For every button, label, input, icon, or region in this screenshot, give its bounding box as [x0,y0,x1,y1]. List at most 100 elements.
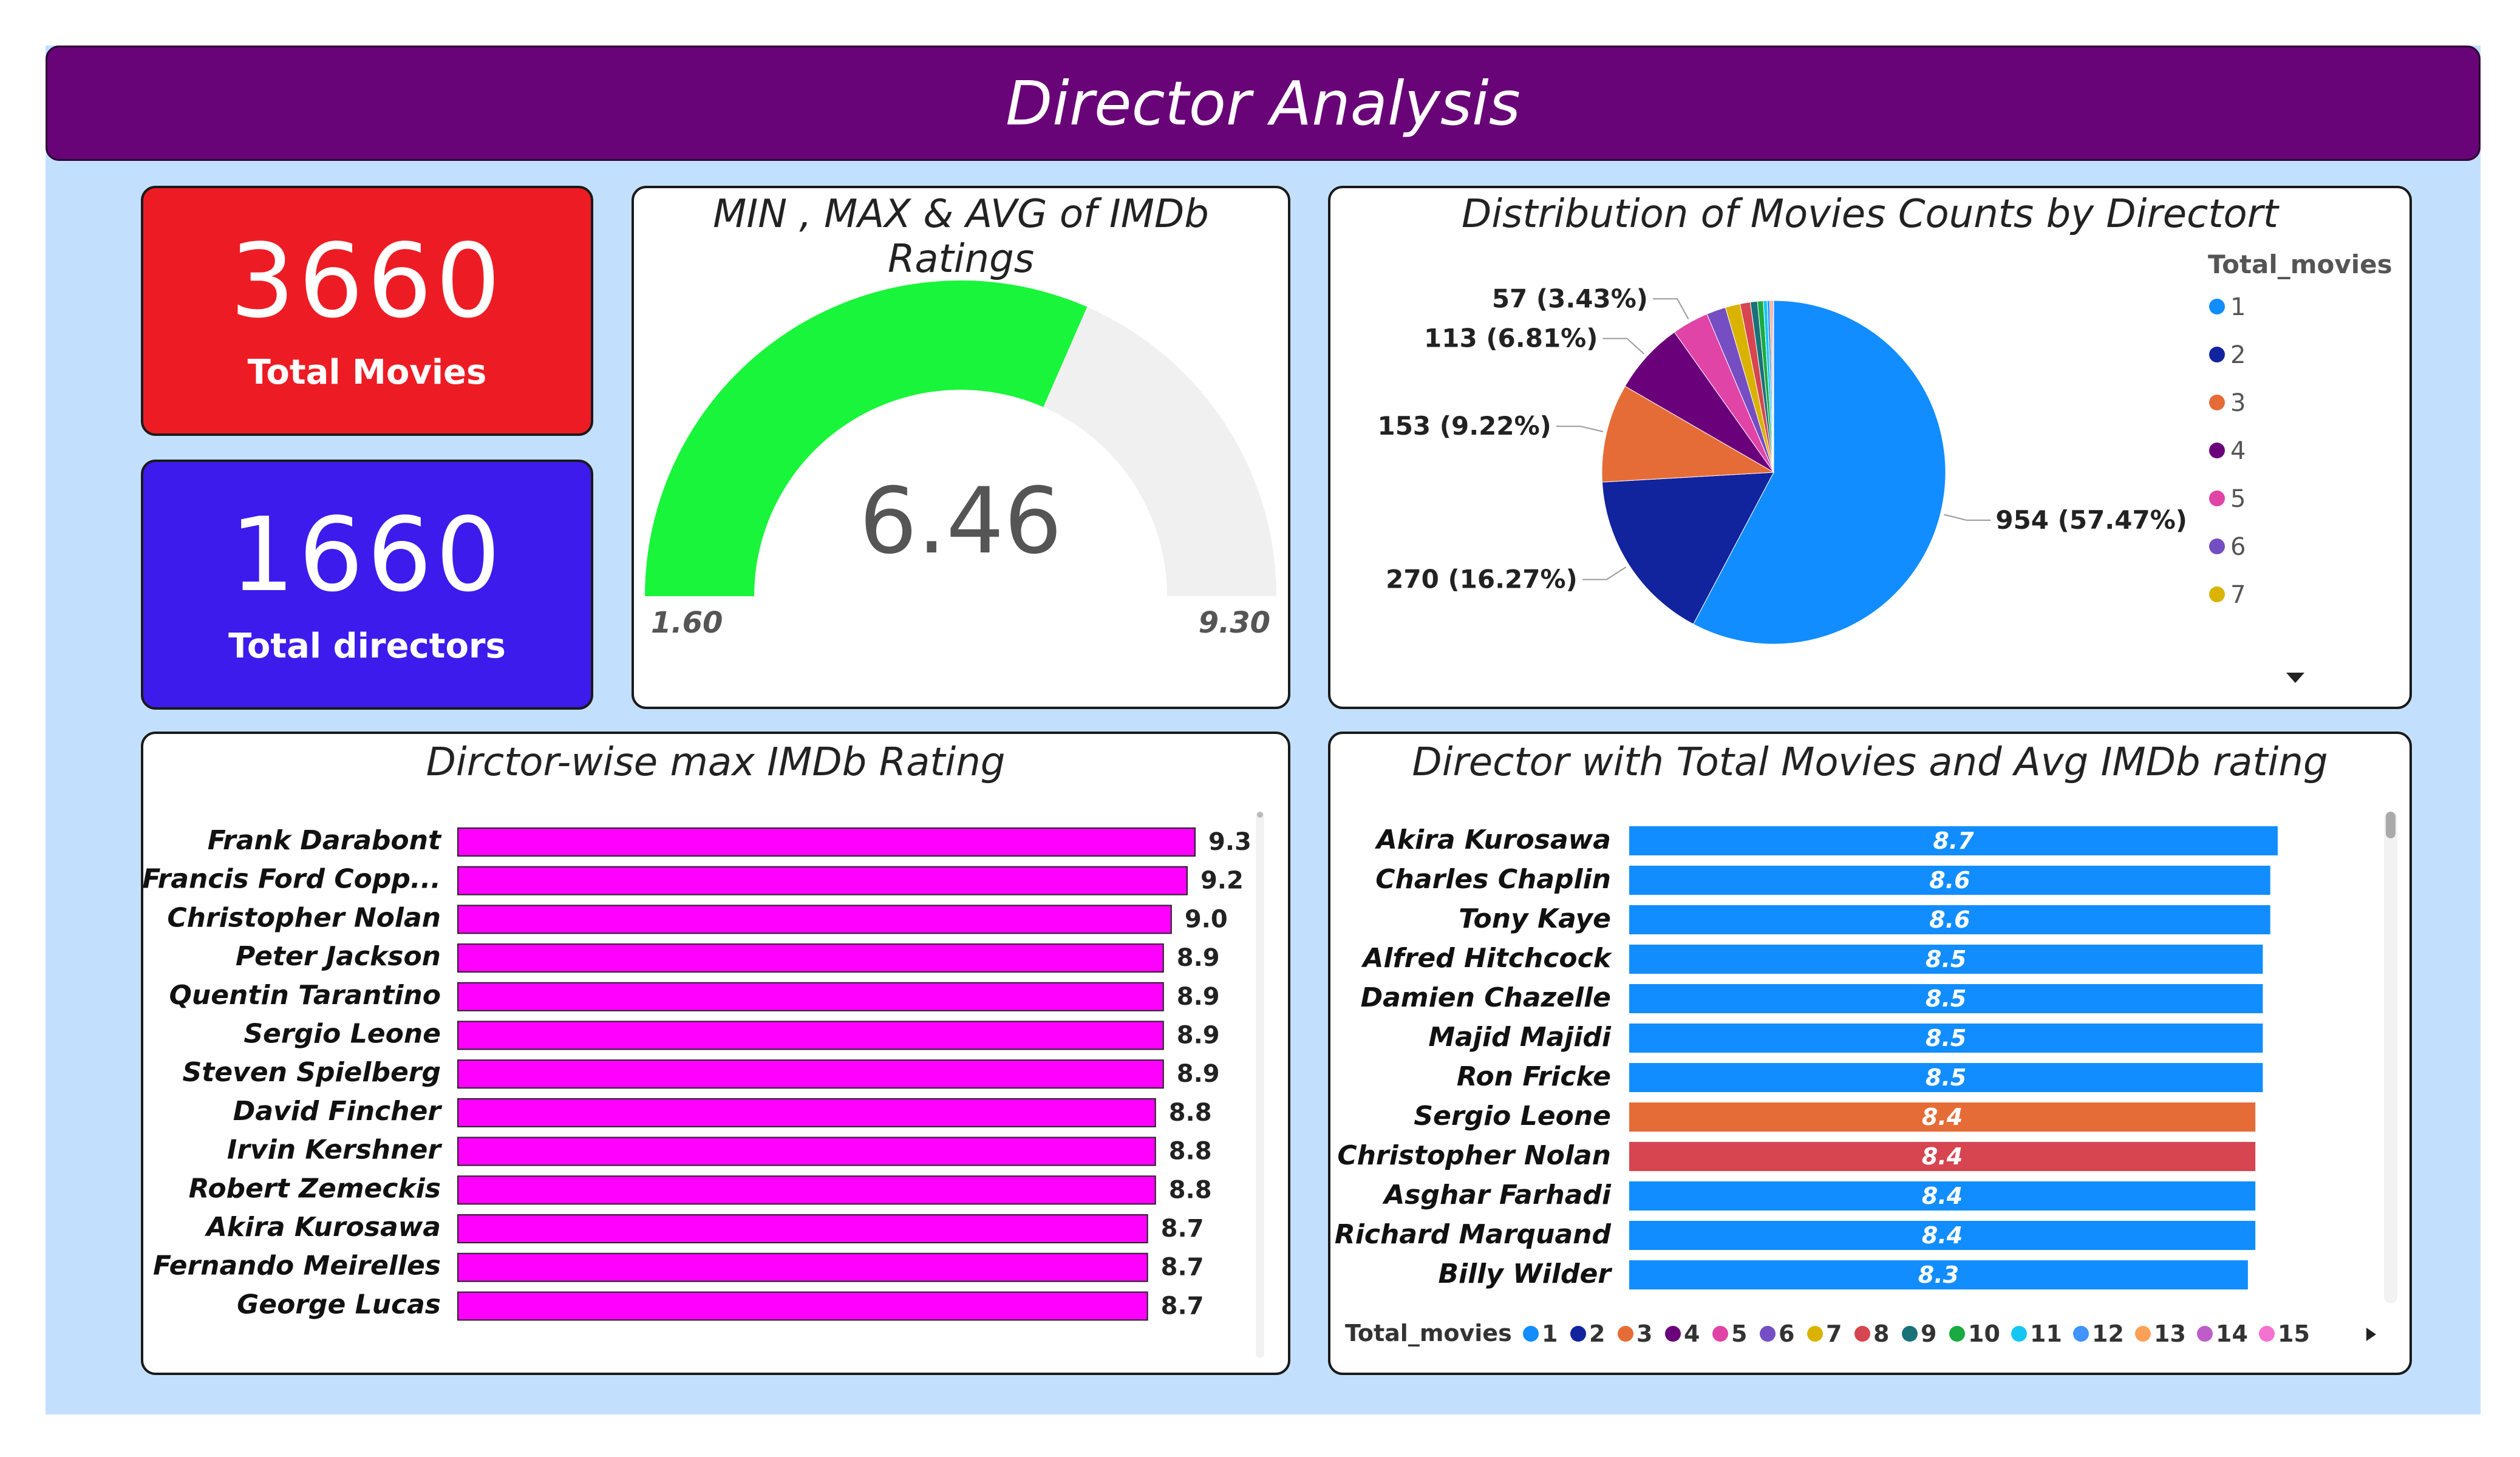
category-label: Richard Marquand [1335,1219,1612,1250]
pie-legend-item[interactable]: 3 [2230,389,2246,417]
bar-value-label: 8.4 [1922,1104,1963,1130]
bar[interactable] [457,1136,1156,1166]
legend-marker-icon [1665,1326,1681,1342]
pie-legend-item[interactable]: 4 [2230,437,2246,465]
bar[interactable] [457,982,1164,1011]
bar-value-label: 8.5 [1926,946,1966,973]
avg-rating-chart: Akira Kurosawa 8.7 Charles Chaplin 8.6 Tony … [1335,812,2397,1347]
legend-marker-icon [2073,1326,2089,1342]
pie-card[interactable]: Distribution of Movies Counts by Directo… [1328,186,2412,709]
bar-value-label: 8.3 [1918,1262,1959,1288]
legend-marker-icon [1854,1326,1870,1342]
pie-data-label: 270 (16.27%) [1386,565,1578,594]
category-label: Frank Darabont [208,825,442,856]
legend-marker-icon [1618,1326,1633,1342]
category-label: Steven Spielberg [183,1057,441,1088]
kpi-label-total-directors: Total directors [228,626,506,666]
bar-legend-item[interactable]: 4 [1684,1320,1700,1347]
bar-value-label: 8.4 [1922,1143,1963,1170]
category-label: George Lucas [237,1289,441,1320]
bar[interactable] [457,1291,1148,1321]
category-label: Christopher Nolan [1337,1140,1611,1171]
pie-legend-title: Total_movies [2208,250,2392,279]
bar-legend-item[interactable]: 8 [1873,1320,1889,1347]
scrollbar-track[interactable] [2384,812,2397,1303]
category-label: Billy Wilder [1438,1258,1612,1289]
bar-legend-item[interactable]: 2 [1589,1320,1605,1347]
legend-marker-icon [2209,299,2225,314]
category-label: Sergio Leone [1414,1101,1611,1132]
category-label: Damien Chazelle [1361,982,1611,1013]
kpi-value-total-movies: 3660 [230,221,505,341]
bar[interactable] [457,1059,1164,1089]
category-label: Tony Kaye [1459,903,1611,934]
bar[interactable] [457,1214,1148,1243]
pie-data-label: 57 (3.43%) [1492,284,1648,313]
bar-value-label: 8.5 [1926,985,1966,1012]
legend-scroll-down-icon[interactable] [2286,673,2304,683]
legend-scroll-right-icon[interactable] [2366,1328,2376,1341]
pie-legend-item[interactable]: 6 [2230,533,2246,561]
bar-value-label: 8.8 [1169,1099,1212,1127]
pie-leader-line [1556,426,1604,432]
category-label: Charles Chaplin [1375,864,1611,895]
max-rating-card[interactable]: Dirctor-wise max IMDb Rating Frank Darab… [141,732,1290,1375]
bar-legend-item[interactable]: 5 [1731,1320,1747,1347]
bar[interactable] [457,1021,1164,1050]
bar-legend-item[interactable]: 9 [1921,1320,1936,1347]
bar-legend-item[interactable]: 7 [1826,1320,1842,1347]
bar[interactable] [457,943,1164,973]
legend-marker-icon [1949,1326,1965,1342]
bar-value-label: 9.3 [1208,828,1251,856]
gauge-chart: 6.46 1.60 9.30 [645,280,1276,640]
pie-chart: 954 (57.47%) 270 (16.27%) 153 (9.22%) 113 (… [1377,250,2392,683]
pie-leader-line [1944,514,1991,521]
bar[interactable] [457,905,1172,934]
bar[interactable] [457,1252,1148,1282]
bar-value-label: 8.9 [1177,983,1220,1011]
legend-marker-icon [2135,1326,2151,1342]
pie-legend-item[interactable]: 5 [2230,485,2246,513]
pie-leader-line [1582,566,1627,580]
bar-legend-item[interactable]: 15 [2278,1320,2310,1347]
pie-leader-line [1602,338,1645,355]
bar-legend-item[interactable]: 3 [1636,1320,1652,1347]
pie-legend-item[interactable]: 1 [2230,293,2246,321]
kpi-card-total-directors[interactable]: 1660 Total directors [141,460,593,710]
bar-value-label: 9.0 [1185,905,1228,933]
pie-legend-item[interactable]: 2 [2230,341,2246,369]
scrollbar-track[interactable] [1256,812,1264,1358]
title-bar: Director Analysis [46,46,2481,161]
bar[interactable] [457,1098,1156,1127]
bar-legend-item[interactable]: 13 [2154,1320,2186,1347]
bar-legend-item[interactable]: 14 [2216,1320,2248,1347]
legend-marker-icon [1712,1326,1728,1342]
page-title: Director Analysis [1006,67,1521,139]
pie-legend-item[interactable]: 7 [2230,581,2246,609]
bar-legend-item[interactable]: 10 [1968,1320,2000,1347]
bar-legend-item[interactable]: 1 [1542,1320,1558,1347]
bar-value-label: 8.6 [1929,906,1970,933]
bar-value-label: 8.7 [1161,1254,1204,1282]
category-label: Sergio Leone [243,1019,441,1050]
gauge-card[interactable]: MIN , MAX & AVG of IMDb Ratings 6.46 1.6… [632,186,1290,709]
bar[interactable] [457,1175,1156,1205]
bar-value-label: 8.7 [1933,827,1974,854]
category-label: Alfred Hitchcock [1361,943,1612,974]
bar-value-label: 8.7 [1161,1292,1204,1320]
bar-legend-item[interactable]: 12 [2092,1320,2124,1347]
bar[interactable] [457,866,1188,895]
bar-value-label: 9.2 [1200,867,1244,895]
bar[interactable] [457,827,1196,857]
kpi-value-total-directors: 1660 [230,495,505,614]
max-rating-chart: Frank Darabont 9.3 Francis Ford Copp... 9.2… [143,812,1264,1358]
avg-rating-card[interactable]: Director with Total Movies and Avg IMDb … [1328,732,2412,1375]
category-label: Akira Kurosawa [205,1212,441,1243]
kpi-card-total-movies[interactable]: 3660 Total Movies [141,186,593,436]
category-label: Francis Ford Copp... [143,864,441,895]
scrollbar-thumb[interactable] [2386,812,2396,838]
bar-legend-item[interactable]: 6 [1779,1320,1794,1347]
bar-value-label: 8.9 [1177,1022,1220,1050]
bar-legend-item[interactable]: 11 [2030,1320,2062,1347]
scrollbar-thumb[interactable] [1257,812,1263,818]
